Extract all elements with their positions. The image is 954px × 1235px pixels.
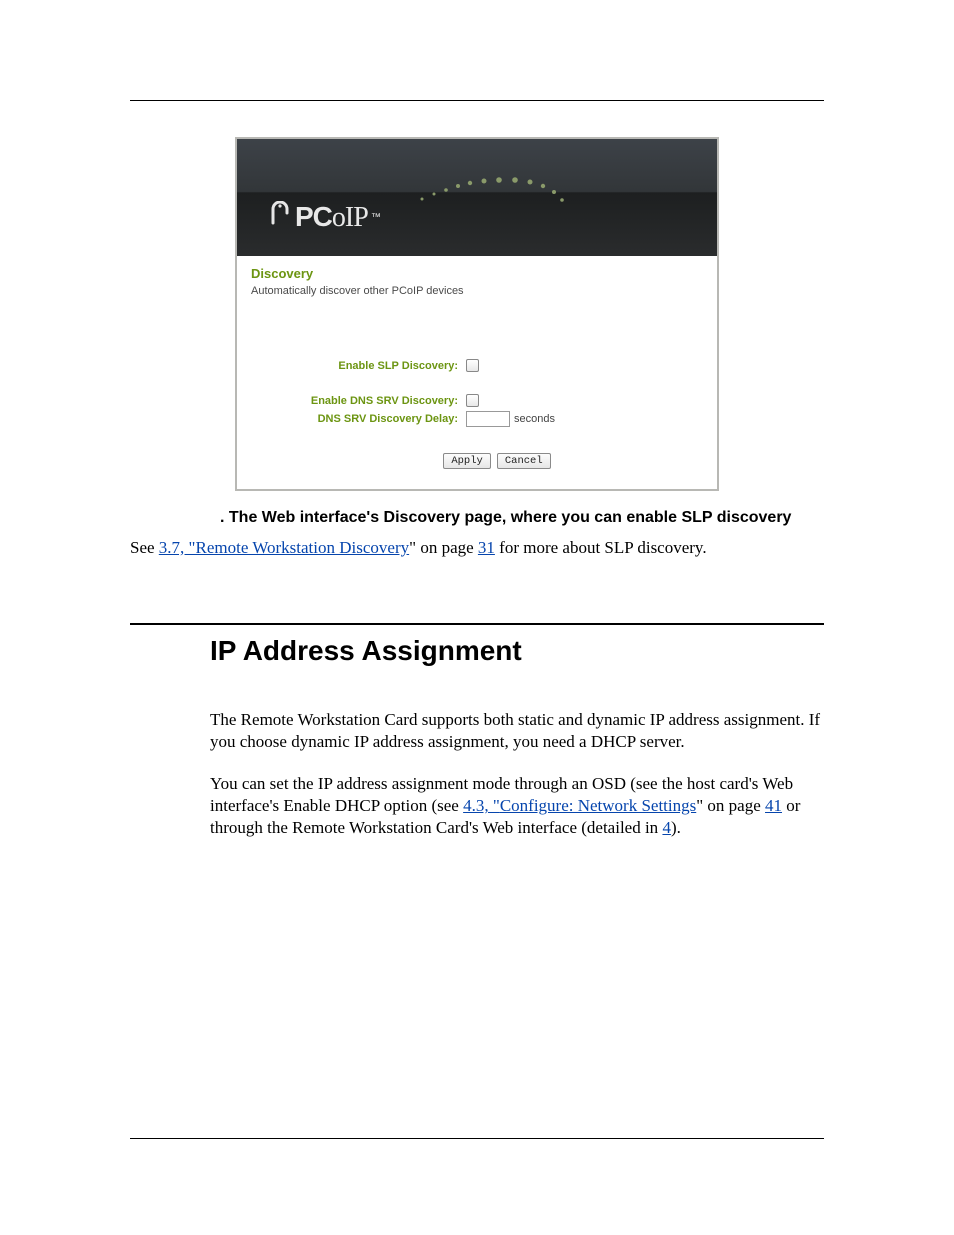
row-slp: Enable SLP Discovery: (291, 359, 703, 372)
unit-seconds: seconds (514, 413, 555, 425)
section-p2: You can set the IP address assignment mo… (210, 773, 824, 839)
p2-link2[interactable]: 4 (662, 818, 671, 837)
screenshot-title: Discovery (251, 266, 703, 281)
see-paragraph: See 3.7, "Remote Workstation Discovery" … (130, 537, 824, 559)
apply-button[interactable]: Apply (443, 453, 491, 469)
discovery-screenshot: PCoIP ™ Discovery Automatically d (235, 137, 719, 491)
banner-dots-icon (412, 173, 612, 213)
top-rule (130, 100, 824, 101)
button-row: Apply Cancel (291, 453, 703, 469)
see-page-link[interactable]: 31 (478, 538, 495, 557)
checkbox-dns[interactable] (466, 394, 479, 407)
logo-icon (267, 201, 293, 234)
see-link[interactable]: 3.7, "Remote Workstation Discovery (159, 538, 409, 557)
screenshot-container: PCoIP ™ Discovery Automatically d (130, 137, 824, 491)
row-dns: Enable DNS SRV Discovery: (291, 394, 703, 407)
pcoip-logo: PCoIP ™ (267, 201, 380, 234)
row-delay: DNS SRV Discovery Delay: seconds (291, 411, 703, 427)
cancel-button[interactable]: Cancel (497, 453, 551, 469)
screenshot-body: Discovery Automatically discover other P… (237, 256, 717, 489)
bottom-rule (130, 1138, 824, 1139)
p2-page-link[interactable]: 41 (765, 796, 782, 815)
screenshot-subtitle: Automatically discover other PCoIP devic… (251, 285, 703, 297)
see-prefix: See (130, 538, 159, 557)
checkbox-slp[interactable] (466, 359, 479, 372)
input-delay[interactable] (466, 411, 510, 427)
figure-caption: . The Web interface's Discovery page, wh… (220, 509, 824, 527)
logo-trademark: ™ (371, 212, 380, 223)
section-heading: IP Address Assignment (210, 635, 824, 667)
p2-link[interactable]: 4.3, "Configure: Network Settings (463, 796, 696, 815)
section-p1: The Remote Workstation Card supports bot… (210, 709, 824, 753)
label-slp: Enable SLP Discovery: (291, 360, 466, 372)
banner: PCoIP ™ (237, 139, 717, 256)
section-rule (130, 623, 824, 625)
label-delay: DNS SRV Discovery Delay: (291, 413, 466, 425)
form-area: Enable SLP Discovery: Enable DNS SRV Dis… (251, 359, 703, 469)
label-dns: Enable DNS SRV Discovery: (291, 395, 466, 407)
